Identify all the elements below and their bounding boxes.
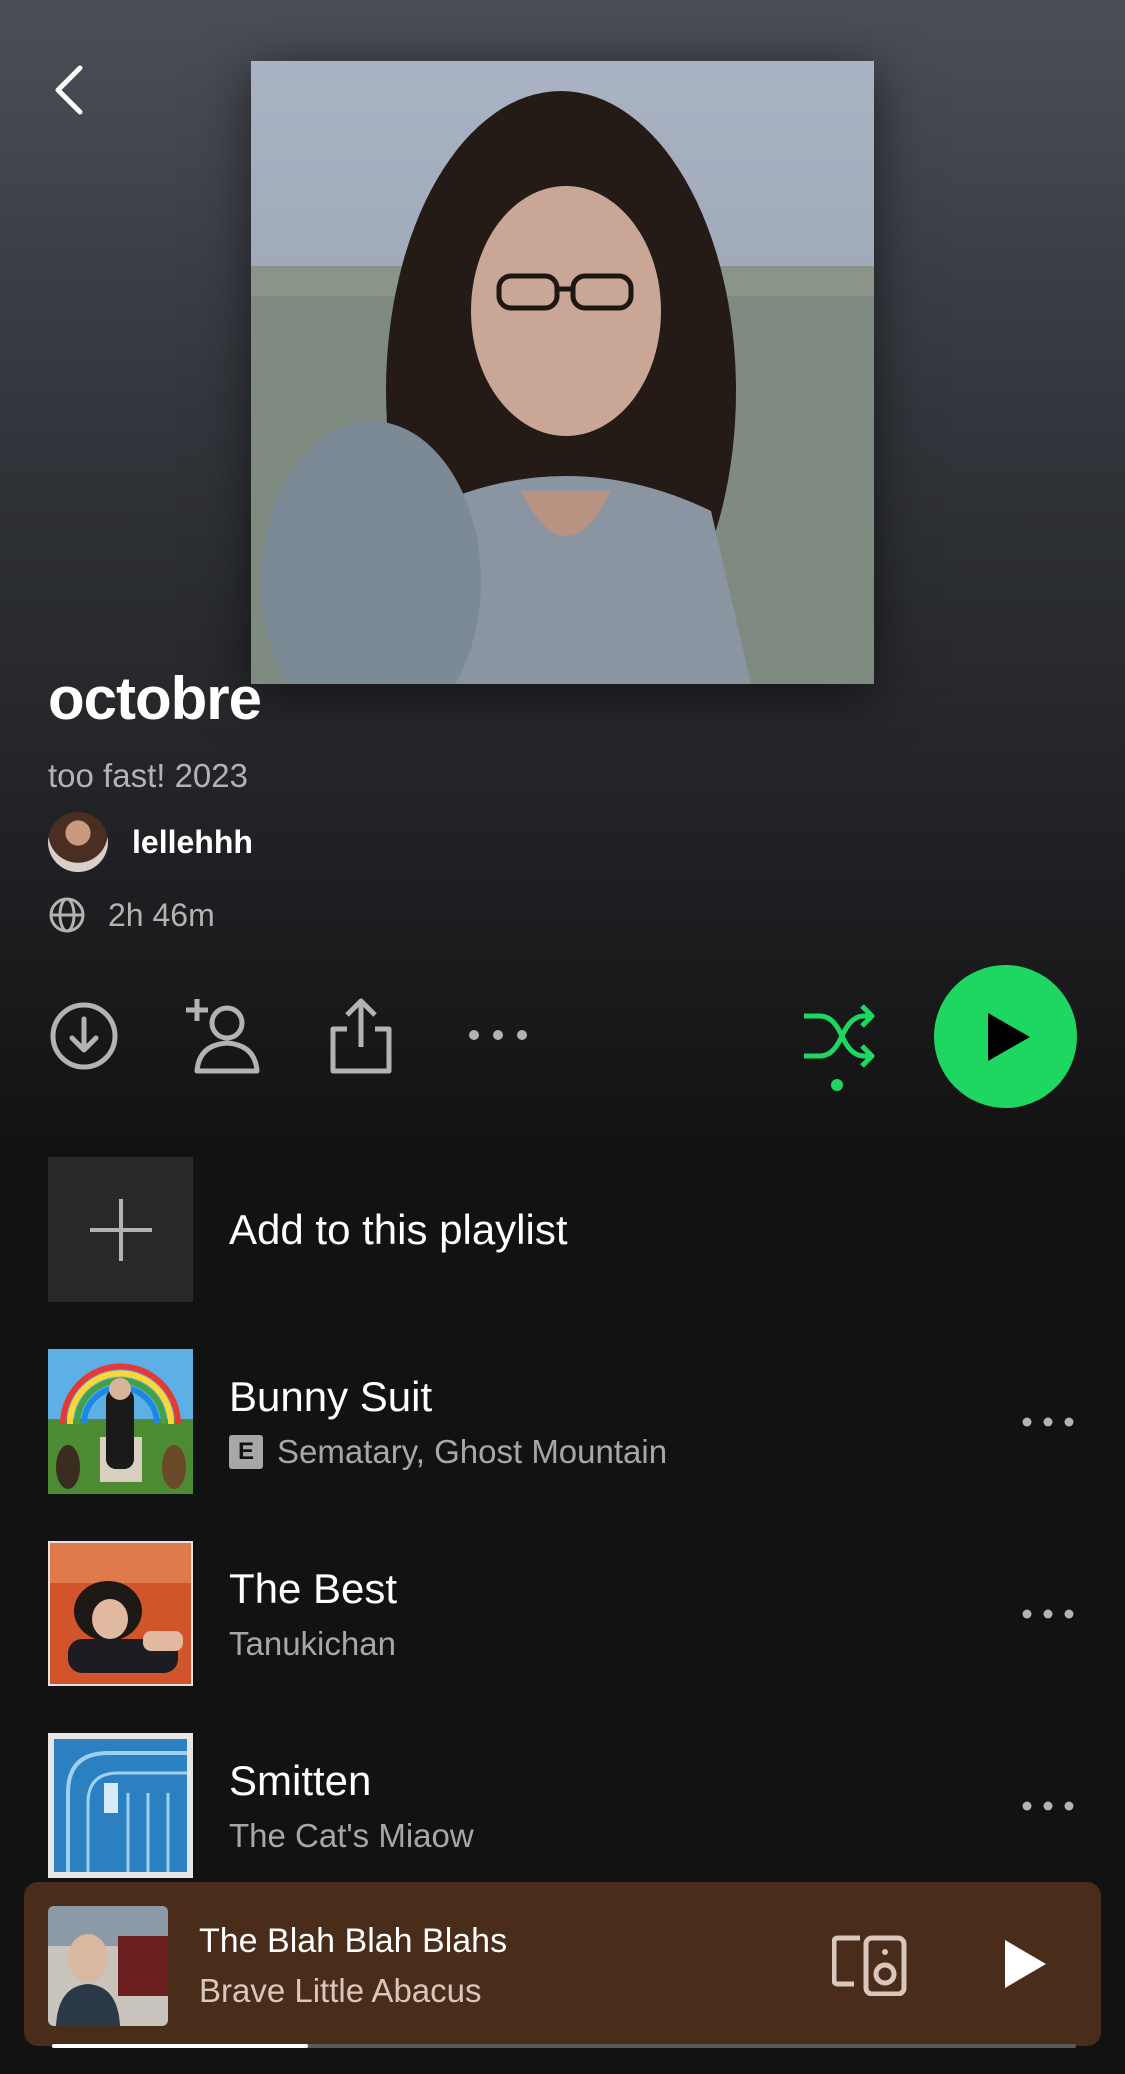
add-to-playlist-label: Add to this playlist bbox=[229, 1205, 568, 1253]
explicit-badge: E bbox=[229, 1434, 263, 1469]
now-playing-artwork bbox=[48, 1906, 168, 2026]
track-artwork bbox=[48, 1349, 193, 1494]
track-row[interactable]: The Best Tanukichan bbox=[48, 1541, 1078, 1686]
playback-progress-fill bbox=[52, 2044, 308, 2048]
shuffle-icon bbox=[804, 1004, 875, 1091]
mini-player[interactable]: The Blah Blah Blahs Brave Little Abacus bbox=[24, 1882, 1101, 2046]
track-artist: The Cat's Miaow bbox=[229, 1816, 474, 1854]
more-horizontal-icon bbox=[1022, 1801, 1074, 1810]
plus-icon bbox=[89, 1198, 152, 1261]
devices-icon bbox=[831, 1935, 907, 1997]
share-icon bbox=[330, 998, 392, 1074]
add-tile bbox=[48, 1157, 193, 1302]
playback-progress[interactable] bbox=[52, 2044, 1076, 2048]
download-circle-icon bbox=[50, 1002, 118, 1070]
playlist-cover bbox=[251, 61, 874, 684]
track-more-button[interactable] bbox=[1018, 1402, 1078, 1442]
track-more-button[interactable] bbox=[1018, 1786, 1078, 1826]
playlist-description: too fast! 2023 bbox=[48, 757, 248, 794]
owner-name: lellehhh bbox=[132, 823, 253, 860]
duration-text: 2h 46m bbox=[108, 896, 215, 933]
avatar bbox=[48, 812, 108, 872]
track-title: Bunny Suit bbox=[229, 1372, 433, 1420]
play-icon bbox=[1005, 1940, 1046, 1988]
globe-icon bbox=[49, 897, 85, 933]
add-user-icon bbox=[186, 999, 260, 1074]
track-title: The Best bbox=[229, 1564, 398, 1612]
play-icon bbox=[987, 1012, 1030, 1061]
chevron-left-icon bbox=[55, 65, 83, 115]
playlist-duration: 2h 46m bbox=[48, 896, 215, 934]
playlist-owner[interactable]: lellehhh bbox=[48, 812, 253, 872]
download-button[interactable] bbox=[48, 1000, 120, 1072]
back-button[interactable] bbox=[40, 60, 100, 120]
track-row[interactable]: Bunny Suit E Sematary, Ghost Mountain bbox=[48, 1349, 1078, 1494]
more-horizontal-icon bbox=[1022, 1417, 1074, 1426]
track-row[interactable]: Smitten The Cat's Miaow bbox=[48, 1733, 1078, 1878]
track-artwork bbox=[48, 1541, 193, 1686]
share-button[interactable] bbox=[326, 995, 396, 1075]
track-artist: Tanukichan bbox=[229, 1624, 396, 1662]
add-collaborator-button[interactable] bbox=[183, 995, 263, 1075]
mini-play-button[interactable] bbox=[992, 1932, 1056, 1996]
track-artwork bbox=[48, 1733, 193, 1878]
more-options-button[interactable] bbox=[466, 1020, 530, 1050]
play-button[interactable] bbox=[934, 965, 1077, 1108]
more-horizontal-icon bbox=[1022, 1609, 1074, 1618]
now-playing-artist: Brave Little Abacus bbox=[199, 1972, 482, 2009]
track-more-button[interactable] bbox=[1018, 1594, 1078, 1634]
now-playing-title: The Blah Blah Blahs bbox=[199, 1922, 508, 1960]
more-horizontal-icon bbox=[469, 1030, 527, 1040]
track-title: Smitten bbox=[229, 1756, 372, 1804]
connect-device-button[interactable] bbox=[831, 1932, 908, 1997]
add-to-playlist-row[interactable]: Add to this playlist bbox=[48, 1157, 1078, 1302]
track-artist: Sematary, Ghost Mountain bbox=[277, 1432, 668, 1470]
playlist-title: octobre bbox=[48, 665, 262, 732]
shuffle-button[interactable] bbox=[800, 1002, 876, 1094]
